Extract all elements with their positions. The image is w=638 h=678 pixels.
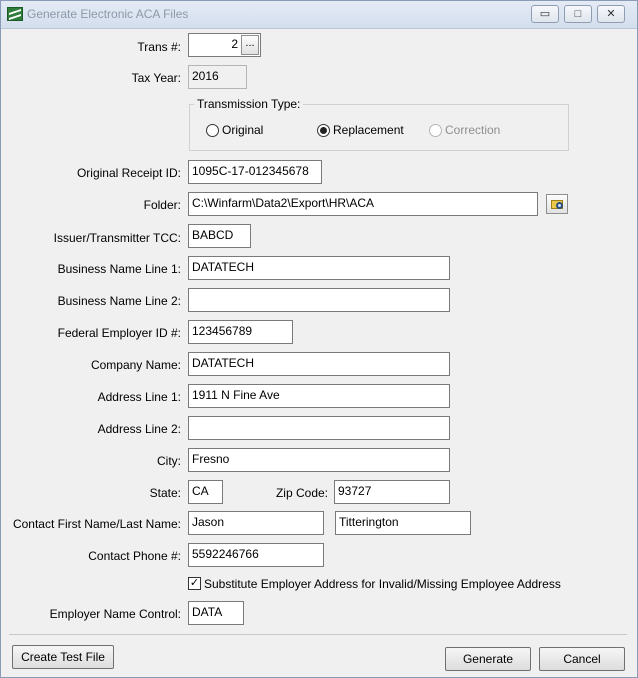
radio-original[interactable] <box>206 124 219 137</box>
window-title: Generate Electronic ACA Files <box>27 7 189 21</box>
folder-field[interactable]: C:\Winfarm\Data2\Export\HR\ACA <box>188 192 538 216</box>
fein-field[interactable]: 123456789 <box>188 320 293 344</box>
radio-correction-label: Correction <box>445 123 501 137</box>
tax-year-field: 2016 <box>188 65 247 89</box>
name-control-label: Employer Name Control: <box>49 607 181 621</box>
business-name-1-label: Business Name Line 1: <box>57 262 181 276</box>
business-name-1-field[interactable]: DATATECH <box>188 256 450 280</box>
city-label: City: <box>157 454 181 468</box>
state-label: State: <box>149 486 181 500</box>
address-1-label: Address Line 1: <box>97 390 181 404</box>
title-bar[interactable]: Generate Electronic ACA Files ▭ □ ✕ <box>1 1 637 29</box>
transmission-type-group: Transmission Type: Original Replacement … <box>189 97 569 151</box>
generate-button[interactable]: Generate <box>445 647 531 671</box>
zip-label: Zip Code: <box>275 486 328 500</box>
radio-replacement[interactable] <box>317 124 330 137</box>
cancel-button[interactable]: Cancel <box>539 647 625 671</box>
tcc-field[interactable]: BABCD <box>188 224 251 248</box>
address-1-field[interactable]: 1911 N Fine Ave <box>188 384 450 408</box>
aca-dialog-window: Generate Electronic ACA Files ▭ □ ✕ Tran… <box>0 0 638 678</box>
original-receipt-field[interactable]: 1095C-17-012345678 <box>188 160 322 184</box>
business-name-2-label: Business Name Line 2: <box>57 294 181 308</box>
trans-no-browse-button[interactable]: ... <box>241 35 259 55</box>
address-2-label: Address Line 2: <box>97 422 181 436</box>
footer-divider <box>9 634 627 635</box>
radio-correction <box>429 124 442 137</box>
contact-phone-field[interactable]: 5592246766 <box>188 543 324 567</box>
close-button[interactable]: ✕ <box>597 5 625 23</box>
original-receipt-label: Original Receipt ID: <box>76 166 181 180</box>
radio-original-label[interactable]: Original <box>222 123 263 137</box>
company-name-field[interactable]: DATATECH <box>188 352 450 376</box>
tcc-label: Issuer/Transmitter TCC: <box>53 231 181 245</box>
fein-label: Federal Employer ID #: <box>57 326 181 340</box>
contact-name-label: Contact First Name/Last Name: <box>12 517 181 531</box>
contact-last-name-field[interactable]: Titterington <box>335 511 471 535</box>
radio-replacement-label[interactable]: Replacement <box>333 123 404 137</box>
folder-browse-button[interactable] <box>546 194 568 214</box>
dialog-body: Trans #: 2 ... Tax Year: 2016 Transmissi… <box>1 30 637 677</box>
city-field[interactable]: Fresno <box>188 448 450 472</box>
transmission-type-title: Transmission Type: <box>194 97 304 111</box>
name-control-field[interactable]: DATA <box>188 601 244 625</box>
business-name-2-field[interactable] <box>188 288 450 312</box>
contact-first-name-field[interactable]: Jason <box>188 511 324 535</box>
zip-field[interactable]: 93727 <box>334 480 450 504</box>
substitute-address-label[interactable]: Substitute Employer Address for Invalid/… <box>204 577 561 591</box>
minimize-button[interactable]: ▭ <box>531 5 559 23</box>
maximize-button[interactable]: □ <box>564 5 592 23</box>
state-field[interactable]: CA <box>188 480 223 504</box>
substitute-address-checkbox[interactable]: ✓ <box>188 577 201 590</box>
tax-year-label: Tax Year: <box>131 71 181 85</box>
address-2-field[interactable] <box>188 416 450 440</box>
folder-label: Folder: <box>143 198 181 212</box>
create-test-file-button[interactable]: Create Test File <box>12 645 114 669</box>
contact-phone-label: Contact Phone #: <box>88 549 181 563</box>
app-icon <box>7 7 23 21</box>
trans-no-label: Trans #: <box>137 40 181 54</box>
trans-no-value: 2 <box>231 37 238 51</box>
company-name-label: Company Name: <box>90 358 181 372</box>
magnifier-icon <box>556 202 563 209</box>
